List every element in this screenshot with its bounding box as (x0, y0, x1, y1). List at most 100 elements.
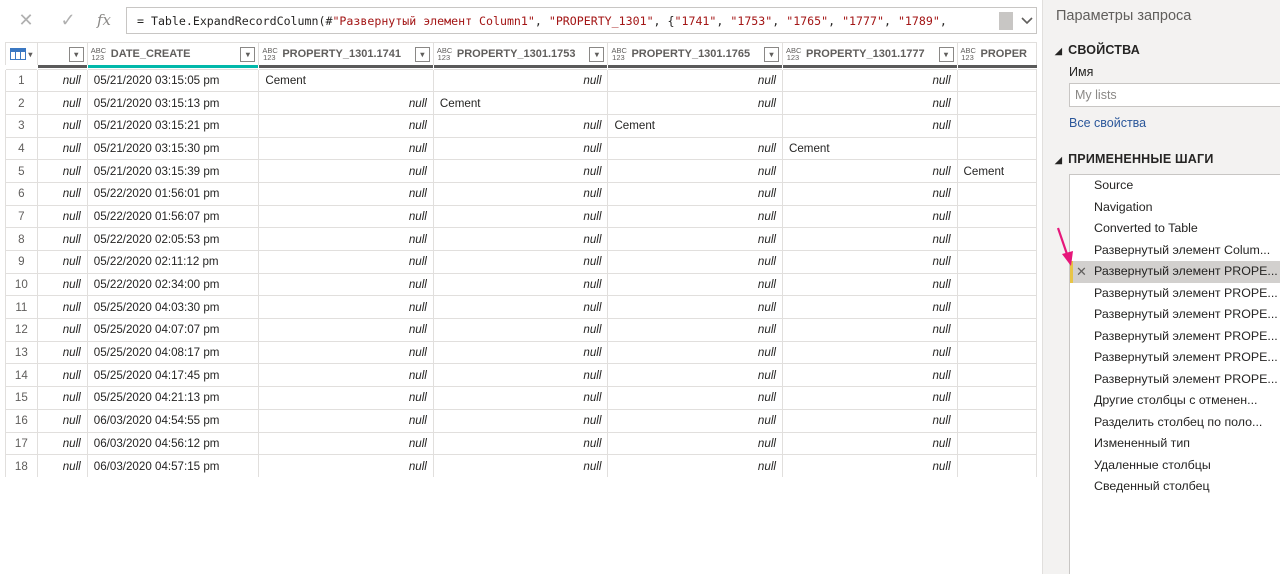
table-cell-null[interactable]: null (36, 204, 88, 229)
row-number[interactable]: 14 (5, 363, 38, 388)
applied-step-item[interactable]: Разделить столбец по поло... (1070, 412, 1280, 434)
column-filter-button[interactable]: ▾ (240, 46, 256, 62)
table-cell-null[interactable]: null (781, 113, 958, 138)
table-cell[interactable]: 05/25/2020 04:17:45 pm (86, 363, 260, 388)
column-header-property-1777[interactable]: ABC 123 PROPERTY_1301.1777 ▾ (781, 42, 958, 65)
table-cell-null[interactable]: null (607, 272, 783, 297)
table-cell[interactable] (956, 181, 1037, 206)
table-cell-null[interactable]: null (36, 272, 88, 297)
row-number[interactable]: 2 (5, 91, 38, 115)
row-number[interactable]: 17 (5, 431, 38, 456)
table-cell-null[interactable]: null (432, 408, 609, 433)
table-row[interactable]: 6 null 05/22/2020 01:56:01 pm null null null n… (5, 181, 1037, 206)
table-cell-null[interactable]: null (432, 227, 609, 251)
table-cell-null[interactable]: null (781, 340, 958, 365)
row-number[interactable]: 9 (5, 250, 38, 274)
column-filter-button[interactable]: ▾ (938, 46, 954, 62)
formula-input[interactable]: = Table.ExpandRecordColumn(#"Развернутый… (126, 7, 1037, 34)
table-cell-null[interactable]: null (36, 431, 88, 456)
row-number[interactable]: 3 (5, 113, 38, 138)
row-number[interactable]: 11 (5, 295, 38, 320)
table-cell-null[interactable]: null (258, 136, 434, 161)
table-cell[interactable]: Cement (432, 91, 609, 115)
table-cell[interactable]: Cement (956, 159, 1037, 183)
table-cell-null[interactable]: null (36, 386, 88, 410)
table-cell-null[interactable]: null (36, 408, 88, 433)
all-properties-link[interactable]: Все свойства (1069, 116, 1146, 130)
table-cell-null[interactable]: null (432, 250, 609, 274)
table-cell-null[interactable]: null (258, 454, 434, 477)
table-row[interactable]: 3 null 05/21/2020 03:15:21 pm null null Cemen… (5, 113, 1037, 138)
row-number[interactable]: 7 (5, 204, 38, 229)
table-cell[interactable]: 06/03/2020 04:56:12 pm (86, 431, 260, 456)
row-number[interactable]: 16 (5, 408, 38, 433)
table-cell[interactable] (956, 386, 1037, 410)
table-cell-null[interactable]: null (258, 272, 434, 297)
table-cell[interactable]: Cement (781, 136, 958, 161)
table-cell[interactable]: 05/25/2020 04:03:30 pm (86, 295, 260, 320)
table-cell-null[interactable]: null (432, 363, 609, 388)
type-abc123-icon[interactable]: ABC 123 (437, 47, 452, 62)
table-cell-null[interactable]: null (781, 295, 958, 320)
applied-step-item[interactable]: Source (1070, 175, 1280, 197)
table-cell[interactable]: 05/22/2020 02:05:53 pm (86, 227, 260, 251)
table-cell-null[interactable]: null (781, 68, 958, 93)
chevron-down-icon[interactable] (1017, 9, 1037, 33)
table-cell-null[interactable]: null (607, 454, 783, 477)
table-cell[interactable] (956, 272, 1037, 297)
table-cell[interactable] (956, 204, 1037, 229)
table-cell-null[interactable]: null (258, 113, 434, 138)
table-cell[interactable] (956, 68, 1037, 93)
table-cell-null[interactable]: null (432, 295, 609, 320)
table-cell[interactable] (956, 431, 1037, 456)
table-cell-null[interactable]: null (607, 318, 783, 342)
table-cell-null[interactable]: null (781, 91, 958, 115)
table-cell[interactable]: 05/22/2020 01:56:07 pm (86, 204, 260, 229)
table-row[interactable]: 14 null 05/25/2020 04:17:45 pm null null null… (5, 363, 1037, 388)
column-header[interactable]: ▾ (36, 42, 88, 65)
table-cell-null[interactable]: null (432, 68, 609, 93)
column-header-property-1753[interactable]: ABC 123 PROPERTY_1301.1753 ▾ (432, 42, 609, 65)
column-filter-button[interactable]: ▾ (763, 46, 779, 62)
table-row[interactable]: 7 null 05/22/2020 01:56:07 pm null null null n… (5, 204, 1037, 229)
table-cell[interactable] (956, 295, 1037, 320)
table-cell-null[interactable]: null (258, 181, 434, 206)
table-cell-null[interactable]: null (258, 159, 434, 183)
table-row[interactable]: 9 null 05/22/2020 02:11:12 pm null null null n… (5, 250, 1037, 274)
type-abc123-icon[interactable]: ABC 123 (961, 47, 976, 62)
query-name-input[interactable]: My lists (1069, 83, 1280, 107)
table-cell-null[interactable]: null (781, 159, 958, 183)
applied-step-item[interactable]: Развернутый элемент PROPE... (1070, 304, 1280, 326)
table-cell-null[interactable]: null (36, 340, 88, 365)
table-cell-null[interactable]: null (36, 318, 88, 342)
table-cell[interactable] (956, 91, 1037, 115)
applied-step-item[interactable]: Navigation (1070, 197, 1280, 219)
close-icon[interactable]: ✕ (8, 6, 44, 34)
applied-step-item[interactable]: Другие столбцы с отменен... (1070, 390, 1280, 412)
column-header-date-create[interactable]: ABC 123 DATE_CREATE ▾ (86, 42, 260, 65)
table-cell-null[interactable]: null (258, 386, 434, 410)
table-cell-null[interactable]: null (432, 136, 609, 161)
table-cell-null[interactable]: null (432, 340, 609, 365)
applied-step-item[interactable]: Сведенный столбец (1070, 476, 1280, 498)
table-cell-null[interactable]: null (607, 363, 783, 388)
row-number[interactable]: 15 (5, 386, 38, 410)
table-cell-null[interactable]: null (607, 250, 783, 274)
table-cell-null[interactable]: null (258, 340, 434, 365)
table-cell-null[interactable]: null (607, 68, 783, 93)
applied-step-item[interactable]: ✕ Развернутый элемент PROPE... (1070, 261, 1280, 283)
table-cell[interactable] (956, 113, 1037, 138)
applied-step-item[interactable]: Развернутый элемент PROPE... (1070, 326, 1280, 348)
table-cell-null[interactable]: null (258, 295, 434, 320)
table-cell[interactable]: Cement (607, 113, 783, 138)
table-cell[interactable] (956, 363, 1037, 388)
table-cell-null[interactable]: null (781, 204, 958, 229)
row-number[interactable]: 18 (5, 454, 38, 477)
table-cell[interactable]: 05/21/2020 03:15:05 pm (86, 68, 260, 93)
table-cell[interactable]: 05/22/2020 02:11:12 pm (86, 250, 260, 274)
table-cell-null[interactable]: null (607, 91, 783, 115)
table-cell-null[interactable]: null (36, 91, 88, 115)
type-abc123-icon[interactable]: ABC 123 (786, 47, 801, 62)
table-cell-null[interactable]: null (36, 250, 88, 274)
table-cell[interactable] (956, 340, 1037, 365)
